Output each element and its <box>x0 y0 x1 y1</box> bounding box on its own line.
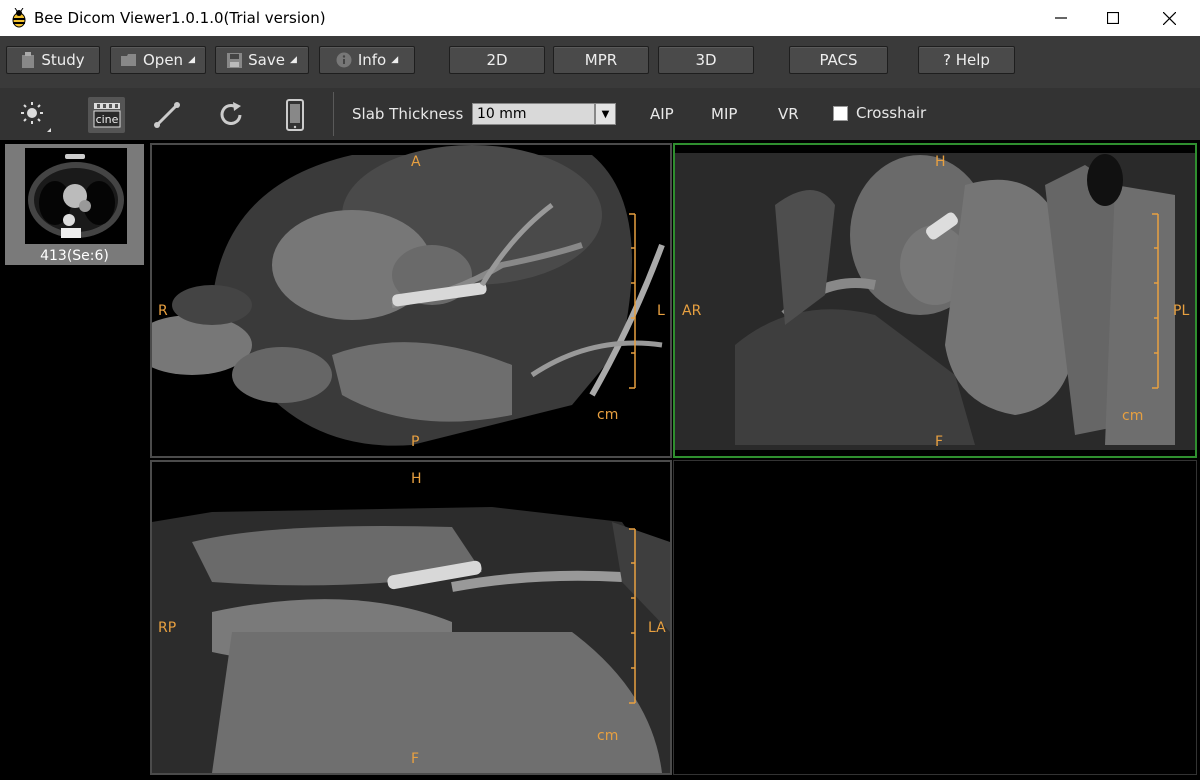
brightness-icon <box>21 102 51 132</box>
save-dropdown-arrow-icon: ◢ <box>289 55 297 65</box>
cine-icon: cine <box>93 103 120 128</box>
mobile-phone-icon <box>286 99 304 131</box>
mode-mpr-button[interactable]: MPR <box>553 46 649 74</box>
coronal-left-orientation: AR <box>682 303 702 319</box>
coronal-bottom-orientation: F <box>935 434 944 450</box>
info-dropdown-arrow-icon: ◢ <box>391 55 399 65</box>
axial-right-orientation: L <box>657 303 665 319</box>
study-label: Study <box>41 51 85 69</box>
axial-scale-unit: cm <box>597 407 619 423</box>
save-label: Save <box>248 51 285 69</box>
crosshair-label[interactable]: Crosshair <box>856 104 926 122</box>
info-icon <box>336 52 352 68</box>
sagittal-bottom-orientation: F <box>411 751 420 767</box>
coronal-scale-unit: cm <box>1122 408 1144 424</box>
folder-icon <box>121 53 137 67</box>
coronal-right-orientation: PL <box>1173 303 1190 319</box>
minimize-icon <box>1055 17 1067 19</box>
open-dropdown-arrow-icon: ◢ <box>188 55 195 65</box>
window-title: Bee Dicom Viewer1.0.1.0(Trial version) <box>34 9 326 27</box>
axial-scale-bar <box>629 213 636 389</box>
maximize-icon <box>1107 12 1119 24</box>
bee-app-icon <box>12 8 26 28</box>
maximize-button[interactable] <box>1088 0 1138 36</box>
cine-tool[interactable]: cine <box>88 97 125 133</box>
title-bar: Bee Dicom Viewer1.0.1.0(Trial version) <box>0 0 1200 36</box>
crosshair-checkbox[interactable] <box>833 106 848 121</box>
study-icon <box>21 52 35 68</box>
axial-viewport[interactable]: A P R L cm <box>150 143 672 458</box>
main-toolbar: Study Open ◢ Save ◢ Info ◢ 2D MPR 3D PAC… <box>0 36 1200 89</box>
help-button[interactable]: ? Help <box>918 46 1015 74</box>
toolbar-separator <box>333 92 334 136</box>
mobile-tool[interactable] <box>278 98 312 132</box>
sagittal-ct-image <box>152 462 670 773</box>
series-thumbnail[interactable]: 413(Se:6) <box>5 144 144 265</box>
minimize-button[interactable] <box>1036 0 1086 36</box>
floppy-disk-icon <box>227 52 243 68</box>
axial-ct-image <box>152 145 670 456</box>
open-label: Open <box>143 51 184 69</box>
aip-button[interactable]: AIP <box>650 105 674 123</box>
sagittal-top-orientation: H <box>411 471 422 487</box>
coronal-scale-bar <box>1152 213 1159 389</box>
pacs-button[interactable]: PACS <box>789 46 888 74</box>
mip-button[interactable]: MIP <box>711 105 737 123</box>
sagittal-scale-unit: cm <box>597 728 619 744</box>
coronal-viewport[interactable]: H F AR PL cm <box>673 143 1197 458</box>
close-icon <box>1162 11 1176 25</box>
sagittal-viewport[interactable]: H F RP LA cm <box>150 460 672 775</box>
sagittal-scale-bar <box>629 528 636 704</box>
series-label: 413(Se:6) <box>40 248 109 264</box>
ruler-icon <box>154 102 180 128</box>
slab-thickness-label: Slab Thickness <box>352 105 464 123</box>
info-button[interactable]: Info ◢ <box>319 46 415 74</box>
measure-tool[interactable] <box>150 98 184 132</box>
axial-left-orientation: R <box>158 303 168 319</box>
sagittal-right-orientation: LA <box>648 620 666 636</box>
ct-thumbnail-image <box>25 148 127 244</box>
close-button[interactable] <box>1144 0 1194 36</box>
window-level-tool[interactable] <box>17 98 51 132</box>
coronal-ct-image <box>675 145 1195 456</box>
save-button[interactable]: Save ◢ <box>215 46 309 74</box>
sagittal-left-orientation: RP <box>158 620 177 636</box>
axial-bottom-orientation: P <box>411 434 420 450</box>
slab-dropdown-arrow-icon[interactable]: ▼ <box>595 103 616 125</box>
info-label: Info <box>357 51 387 69</box>
cine-label: cine <box>95 113 118 126</box>
mode-3d-button[interactable]: 3D <box>658 46 754 74</box>
rotate-tool[interactable] <box>214 98 248 132</box>
vr-button[interactable]: VR <box>778 105 799 123</box>
axial-top-orientation: A <box>411 154 421 170</box>
rotate-icon <box>220 102 242 125</box>
coronal-top-orientation: H <box>935 154 946 170</box>
slab-thickness-select[interactable]: 10 mm <box>472 103 595 125</box>
open-button[interactable]: Open ◢ <box>110 46 206 74</box>
empty-viewport[interactable] <box>673 460 1197 775</box>
study-button[interactable]: Study <box>6 46 100 74</box>
mode-2d-button[interactable]: 2D <box>449 46 545 74</box>
